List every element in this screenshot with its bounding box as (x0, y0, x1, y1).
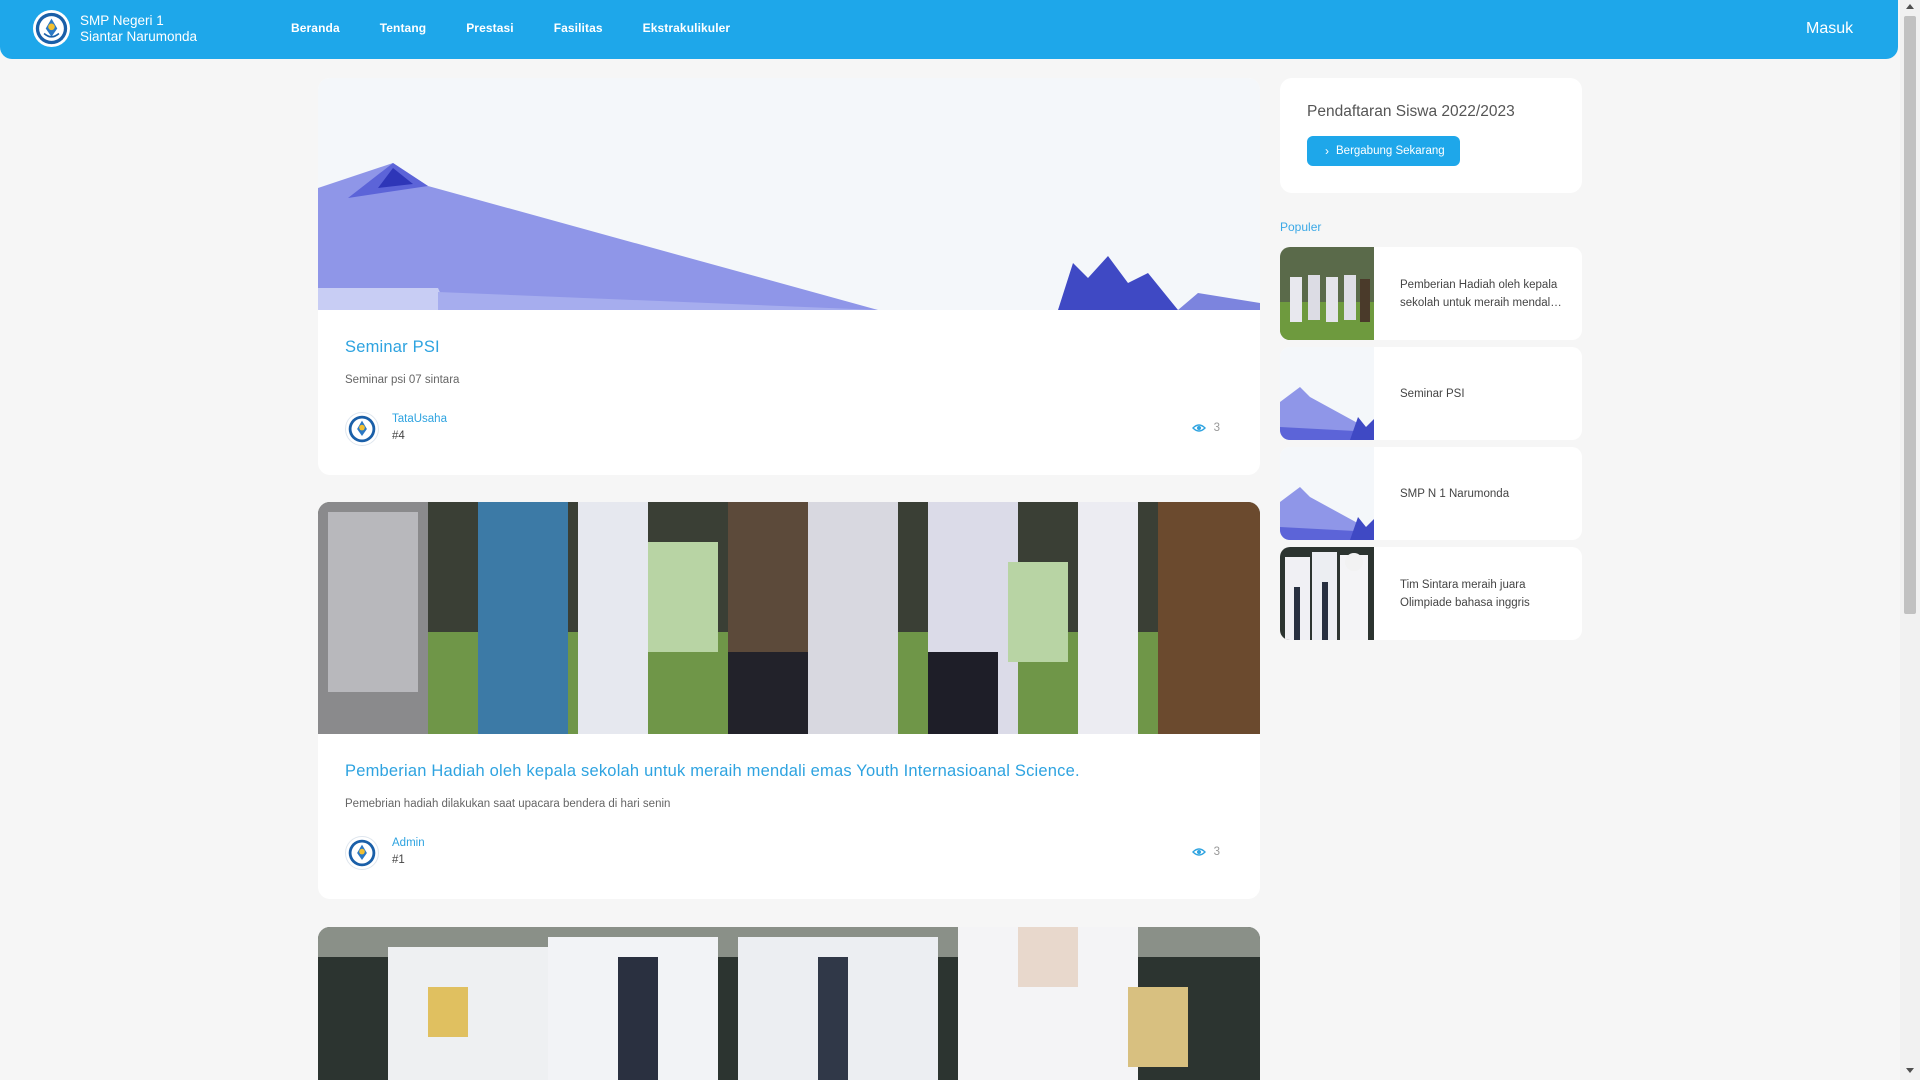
post-id: #1 (392, 854, 405, 866)
post-card[interactable] (318, 927, 1260, 1080)
registration-title: Pendaftaran Siswa 2022/2023 (1307, 103, 1515, 120)
popular-item-title: Tim Sintara meraih juara Olimpiade bahas… (1400, 578, 1530, 609)
join-now-button[interactable]: › Bergabung Sekarang (1307, 136, 1460, 166)
scroll-up-arrow-icon[interactable] (1906, 4, 1914, 9)
top-navbar: SMP Negeri 1 Siantar Narumonda Beranda T… (0, 0, 1898, 59)
view-count-value: 3 (1213, 422, 1220, 434)
popular-item[interactable]: SMP N 1 Narumonda (1280, 447, 1582, 540)
post-title[interactable]: Pemberian Hadiah oleh kepala sekolah unt… (345, 762, 1233, 781)
nav-item-tentang[interactable]: Tentang (380, 21, 426, 35)
popular-item-title: SMP N 1 Narumonda (1400, 487, 1510, 500)
nav-item-ekstrakulikuler[interactable]: Ekstrakulikuler (643, 21, 731, 35)
brand-line-2: Siantar Narumonda (80, 28, 198, 44)
post-meta: Admin #1 3 (345, 836, 1233, 876)
view-count-value: 3 (1213, 846, 1220, 858)
popular-thumbnail (1280, 447, 1374, 540)
nav-item-prestasi[interactable]: Prestasi (466, 21, 514, 35)
popular-thumbnail (1280, 247, 1374, 340)
brand-line-1: SMP Negeri 1 (80, 12, 164, 28)
popular-item[interactable]: Tim Sintara meraih juara Olimpiade bahas… (1280, 547, 1582, 640)
chevron-right-icon: › (1325, 144, 1329, 158)
post-image[interactable] (318, 502, 1260, 734)
author-avatar-icon (345, 836, 379, 870)
popular-heading: Populer (1280, 220, 1322, 234)
post-title[interactable]: Seminar PSI (345, 338, 1233, 357)
brand-name: SMP Negeri 1 Siantar Narumonda (80, 13, 197, 45)
page-scrollbar[interactable] (1900, 0, 1920, 1080)
post-meta: TataUsaha #4 3 (345, 412, 1233, 452)
author-avatar-icon (345, 412, 379, 446)
post-image[interactable] (318, 927, 1260, 1080)
post-description: Seminar psi 07 sintara (345, 374, 460, 386)
popular-item-title: Seminar PSI (1400, 387, 1465, 400)
eye-icon (1191, 424, 1206, 432)
school-logo-icon (33, 10, 70, 47)
post-card[interactable]: Pemberian Hadiah oleh kepala sekolah unt… (318, 502, 1260, 899)
registration-card: Pendaftaran Siswa 2022/2023 › Bergabung … (1280, 78, 1582, 193)
post-image[interactable] (318, 78, 1260, 310)
author-name[interactable]: Admin (392, 837, 425, 849)
scroll-down-arrow-icon[interactable] (1906, 1068, 1914, 1073)
popular-item[interactable]: Pemberian Hadiah oleh kepala sekolah unt… (1280, 247, 1582, 340)
popular-item-title: Pemberian Hadiah oleh kepala sekolah unt… (1400, 278, 1558, 309)
nav-item-beranda[interactable]: Beranda (291, 21, 340, 35)
login-link[interactable]: Masuk (1806, 20, 1853, 38)
scroll-thumb[interactable] (1904, 16, 1916, 614)
view-count: 3 (1191, 422, 1220, 434)
view-count: 3 (1191, 846, 1220, 858)
popular-thumbnail (1280, 547, 1374, 640)
post-card[interactable]: Seminar PSI Seminar psi 07 sintara TataU… (318, 78, 1260, 475)
author-name[interactable]: TataUsaha (392, 413, 447, 425)
join-now-label: Bergabung Sekarang (1336, 145, 1445, 157)
post-id: #4 (392, 430, 405, 442)
popular-item[interactable]: Seminar PSI (1280, 347, 1582, 440)
post-description: Pemebrian hadiah dilakukan saat upacara … (345, 798, 671, 810)
main-nav: Beranda Tentang Prestasi Fasilitas Ekstr… (291, 21, 770, 35)
brand[interactable]: SMP Negeri 1 Siantar Narumonda (33, 10, 197, 47)
eye-icon (1191, 848, 1206, 856)
popular-thumbnail (1280, 347, 1374, 440)
nav-item-fasilitas[interactable]: Fasilitas (554, 21, 603, 35)
